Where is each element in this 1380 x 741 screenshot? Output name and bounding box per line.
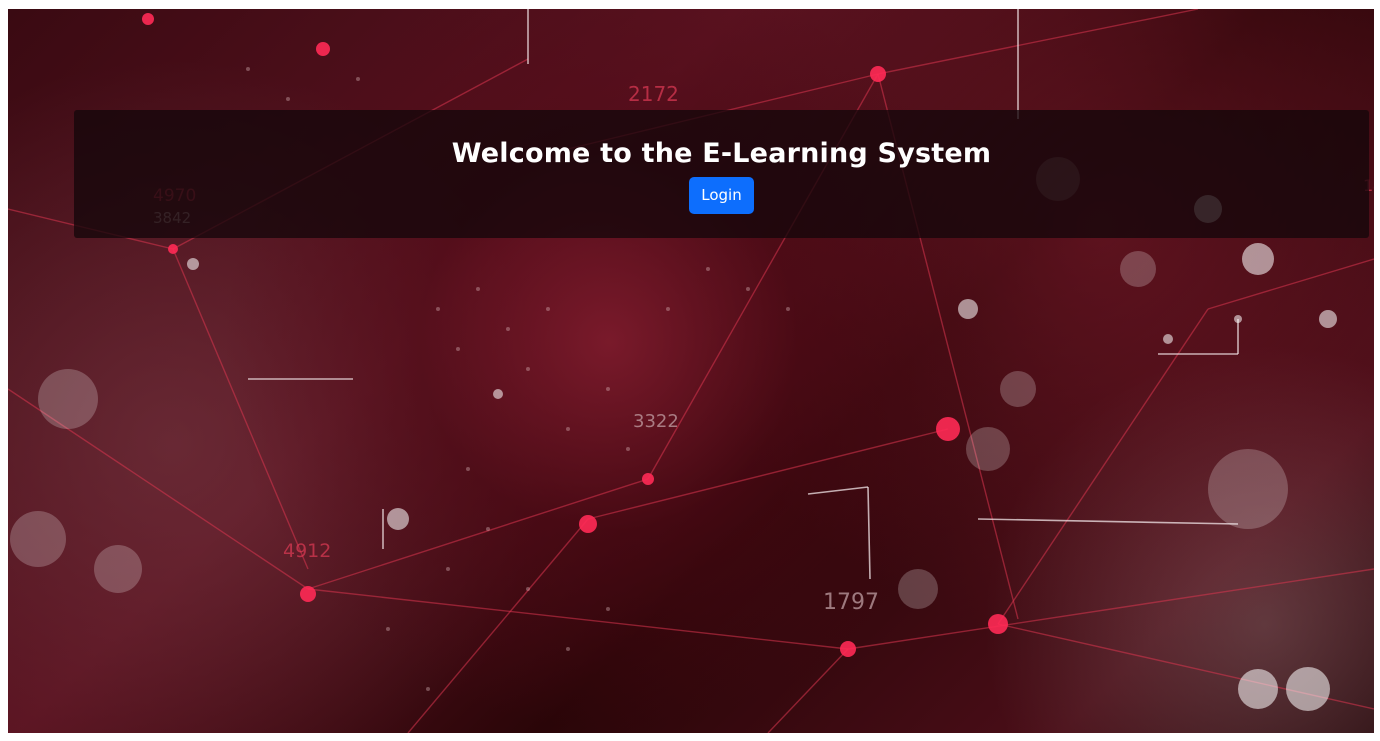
background-number: 2172 — [628, 82, 679, 106]
login-button[interactable]: Login — [689, 177, 754, 214]
background-number: 3322 — [633, 411, 679, 432]
background-number: 1797 — [823, 590, 879, 615]
landing-page: 4970384221723322491217971404 Welcome to … — [8, 9, 1374, 733]
welcome-banner: Welcome to the E-Learning System Login — [74, 110, 1369, 238]
page-title: Welcome to the E-Learning System — [451, 138, 992, 169]
background-number: 4912 — [283, 540, 331, 562]
